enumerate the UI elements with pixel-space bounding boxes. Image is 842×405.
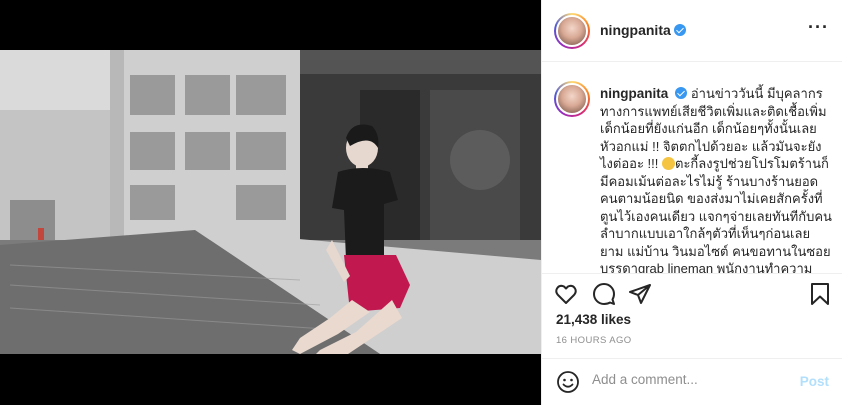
verified-badge-icon	[673, 24, 686, 36]
caption-text-continued: ตะกี้ลงรูปช่วยโปรโมตร้านก็มีคอมเม้นต่อละ…	[600, 156, 832, 273]
emoji-icon[interactable]	[556, 370, 580, 394]
action-icons	[554, 282, 834, 308]
caption-area: ningpanita อ่านข่าววันนี้ มีบุคลากรทางกา…	[542, 63, 842, 273]
caption-username[interactable]: ningpanita	[600, 86, 668, 101]
heart-icon[interactable]	[554, 282, 580, 308]
instagram-post: ningpanita ··· ningpanita อ่านข่าววันนี้…	[0, 0, 842, 405]
post-actions: 21,438 likes 16 HOURS AGO	[542, 273, 842, 369]
post-photo[interactable]	[0, 50, 541, 354]
caption-avatar[interactable]	[554, 81, 590, 117]
avatar[interactable]	[554, 13, 590, 49]
likes-count[interactable]: 21,438 likes	[556, 312, 631, 327]
caption: ningpanita อ่านข่าววันนี้ มีบุคลากรทางกา…	[600, 85, 832, 273]
post-header: ningpanita ···	[542, 0, 842, 62]
bookmark-icon[interactable]	[808, 282, 834, 308]
comment-bar: Post	[542, 358, 842, 405]
emoji-icon	[662, 157, 675, 170]
post-sidebar: ningpanita ··· ningpanita อ่านข่าววันนี้…	[541, 0, 842, 405]
verified-badge-icon	[675, 87, 688, 99]
photo-illustration	[0, 50, 541, 354]
more-horizontal-icon[interactable]: ···	[808, 18, 829, 36]
header-username[interactable]: ningpanita	[600, 22, 686, 38]
comment-input[interactable]	[592, 372, 782, 387]
comment-icon[interactable]	[592, 282, 618, 308]
share-icon[interactable]	[628, 282, 654, 308]
post-comment-button[interactable]: Post	[800, 374, 829, 389]
post-media	[0, 0, 541, 405]
post-timestamp[interactable]: 16 HOURS AGO	[556, 335, 632, 346]
